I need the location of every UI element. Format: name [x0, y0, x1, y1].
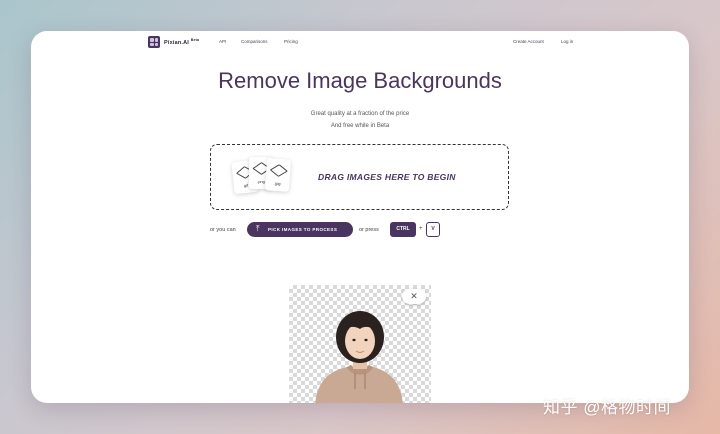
subtitle-line-2: And free while in Beta	[330, 123, 390, 129]
upload-icon: ⤒	[256, 224, 260, 233]
close-icon: ✕	[410, 291, 418, 301]
image-file-icon	[269, 163, 288, 177]
file-card-jpg: .jpg	[264, 158, 292, 192]
or-you-can-text: or you can	[210, 227, 236, 233]
upload-actions: or you can ⤒ PICK IMAGES TO PROCESS or p…	[31, 222, 689, 238]
file-type-label: .png	[257, 178, 265, 184]
logo-icon[interactable]	[148, 36, 160, 48]
nav-link-comparisons[interactable]: Comparisons	[241, 39, 268, 44]
file-type-label: gif	[243, 182, 249, 188]
ctrl-key: CTRL	[390, 222, 416, 237]
watermark-text: 知乎 @格物时间	[543, 398, 671, 417]
brand-name[interactable]: Pixian.AI Beta	[164, 38, 199, 46]
drop-zone-label: DRAG IMAGES HERE TO BEGIN	[318, 172, 456, 182]
brand-text[interactable]: Pixian.AI	[164, 40, 189, 46]
top-nav: Pixian.AI Beta API Comparisons Pricing C…	[31, 31, 689, 55]
plus-sign: +	[419, 226, 423, 232]
pick-images-label: PICK IMAGES TO PROCESS	[268, 227, 338, 232]
subtitle-line-1: Great quality at a fraction of the price	[310, 111, 410, 117]
browser-window: Pixian.AI Beta API Comparisons Pricing C…	[31, 31, 689, 403]
or-press-text: or press	[359, 227, 379, 233]
page-title: Remove Image Backgrounds	[218, 68, 502, 93]
v-key: V	[426, 222, 440, 237]
pick-images-button[interactable]: ⤒ PICK IMAGES TO PROCESS	[247, 222, 353, 237]
login-link[interactable]: Log in	[561, 39, 573, 44]
result-preview[interactable]: ✕	[289, 285, 431, 403]
beta-badge: Beta	[190, 38, 200, 42]
close-preview-button[interactable]: ✕	[402, 289, 426, 304]
file-type-label: .jpg	[274, 180, 281, 186]
create-account-link[interactable]: Create Account	[513, 39, 544, 44]
drop-zone[interactable]: gif .png .jpg DRAG IMAGES HERE TO BEGIN	[210, 144, 509, 210]
nav-link-pricing[interactable]: Pricing	[284, 39, 298, 44]
nav-link-api[interactable]: API	[219, 39, 226, 44]
